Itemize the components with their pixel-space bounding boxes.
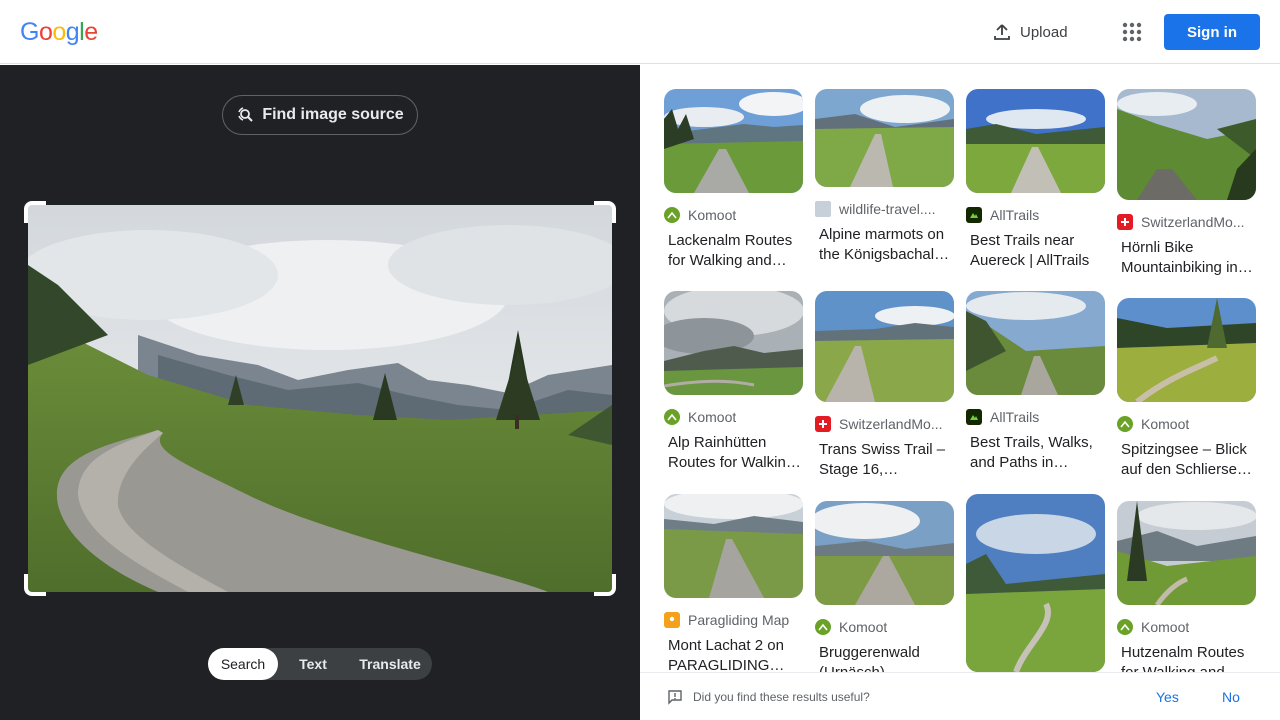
top-bar: Google Upload Sign in: [0, 0, 1280, 64]
sign-in-button[interactable]: Sign in: [1164, 14, 1260, 50]
result-thumbnail: [966, 291, 1105, 395]
feedback-question: Did you find these results useful?: [693, 690, 870, 704]
google-logo[interactable]: Google: [20, 18, 98, 47]
result-thumbnail: [966, 89, 1105, 193]
feedback-yes-button[interactable]: Yes: [1156, 689, 1179, 705]
query-image-selection[interactable]: [24, 201, 616, 596]
crop-handle-top-right[interactable]: [594, 201, 616, 223]
result-card[interactable]: Komoot Alp Rainhütten Routes for Walkin…: [664, 291, 803, 473]
result-title: Trans Swiss Trail – Stage 16,…: [819, 441, 946, 478]
komoot-icon: [1117, 416, 1133, 432]
result-thumbnail: [966, 494, 1105, 672]
alltrails-icon: [966, 207, 982, 223]
switzerland-mobility-icon: [1117, 214, 1133, 230]
find-image-source-button[interactable]: Find image source: [222, 95, 418, 135]
paragliding-icon: [664, 612, 680, 628]
result-title: Lackenalm Routes for Walking and…: [668, 232, 793, 269]
result-card[interactable]: Paragliding Map Mont Lachat 2 on PARAGLI…: [664, 494, 803, 672]
crop-handle-bottom-right[interactable]: [594, 574, 616, 596]
result-source: AllTrails: [966, 409, 1105, 425]
result-title: Hörnli Bike Mountainbiking in…: [1121, 239, 1253, 276]
apps-grid-icon[interactable]: [1120, 20, 1144, 44]
result-card[interactable]: Komoot Bruggerenwald (Urnäsch): [815, 501, 954, 672]
result-title: Bruggerenwald (Urnäsch): [819, 644, 920, 672]
result-source: AllTrails: [966, 207, 1105, 223]
lens-search-icon: [238, 107, 254, 122]
result-source: Komoot: [1117, 416, 1256, 432]
query-image: [28, 205, 612, 592]
result-source: SwitzerlandMo...: [1117, 214, 1256, 230]
result-card[interactable]: SwitzerlandMo... Hörnli Bike Mountainbik…: [1117, 89, 1256, 278]
result-thumbnail: [664, 291, 803, 395]
result-source: SwitzerlandMo...: [815, 416, 954, 432]
result-card[interactable]: AllTrails Best Trails near Auereck | All…: [966, 89, 1105, 271]
result-thumbnail: [1117, 298, 1256, 402]
feedback-no-button[interactable]: No: [1222, 689, 1240, 705]
result-source: Paragliding Map: [664, 612, 803, 628]
feedback-bar: Did you find these results useful? Yes N…: [640, 672, 1280, 720]
find-image-source-label: Find image source: [262, 106, 404, 123]
crop-handle-top-left[interactable]: [24, 201, 46, 223]
result-thumbnail: [1117, 89, 1256, 200]
result-title: Alpine marmots on the Königsbachal…: [819, 226, 950, 263]
result-source: Komoot: [815, 619, 954, 635]
result-source: Komoot: [664, 207, 803, 223]
result-card[interactable]: Komoot Hutzenalm Routes for Walking and…: [1117, 501, 1256, 672]
upload-icon: [994, 24, 1010, 40]
result-title: Alp Rainhütten Routes for Walkin…: [668, 434, 801, 471]
komoot-icon: [664, 409, 680, 425]
feedback-icon: [668, 690, 682, 705]
result-card[interactable]: [966, 494, 1105, 672]
mode-search-tab[interactable]: Search: [208, 648, 278, 680]
lens-image-panel: Find image source Search Text Translate: [0, 65, 640, 720]
result-title: Mont Lachat 2 on PARAGLIDING MAP: [668, 637, 784, 672]
result-card[interactable]: Komoot Spitzingsee – Blick auf den Schli…: [1117, 298, 1256, 480]
alltrails-icon: [966, 409, 982, 425]
komoot-icon: [815, 619, 831, 635]
switzerland-mobility-icon: [815, 416, 831, 432]
result-card[interactable]: SwitzerlandMo... Trans Swiss Trail – Sta…: [815, 291, 954, 480]
visual-matches-grid: Komoot Lackenalm Routes for Walking and……: [640, 65, 1280, 672]
komoot-icon: [1117, 619, 1133, 635]
wildlife-travel-icon: [815, 201, 831, 217]
upload-button[interactable]: Upload: [992, 20, 1068, 44]
result-source: Komoot: [664, 409, 803, 425]
crop-handle-bottom-left[interactable]: [24, 574, 46, 596]
result-title: Best Trails, Walks, and Paths in…: [970, 434, 1093, 471]
result-thumbnail: [664, 494, 803, 598]
result-card[interactable]: AllTrails Best Trails, Walks, and Paths …: [966, 291, 1105, 473]
result-title: Spitzingsee – Blick auf den Schlierse…: [1121, 441, 1252, 478]
result-thumbnail: [664, 89, 803, 193]
result-source: Komoot: [1117, 619, 1256, 635]
result-thumbnail: [815, 291, 954, 402]
result-thumbnail: [1117, 501, 1256, 605]
result-thumbnail: [815, 89, 954, 187]
mode-text-tab[interactable]: Text: [278, 648, 348, 680]
result-thumbnail: [815, 501, 954, 605]
result-card[interactable]: wildlife-travel.... Alpine marmots on th…: [815, 89, 954, 265]
result-title: Best Trails near Auereck | AllTrails: [970, 232, 1090, 269]
result-title: Hutzenalm Routes for Walking and…: [1121, 644, 1245, 672]
upload-label: Upload: [1020, 23, 1068, 41]
komoot-icon: [664, 207, 680, 223]
result-source: wildlife-travel....: [815, 201, 954, 217]
lens-mode-switcher: Search Text Translate: [208, 648, 432, 680]
mode-translate-tab[interactable]: Translate: [348, 648, 432, 680]
result-card[interactable]: Komoot Lackenalm Routes for Walking and…: [664, 89, 803, 271]
